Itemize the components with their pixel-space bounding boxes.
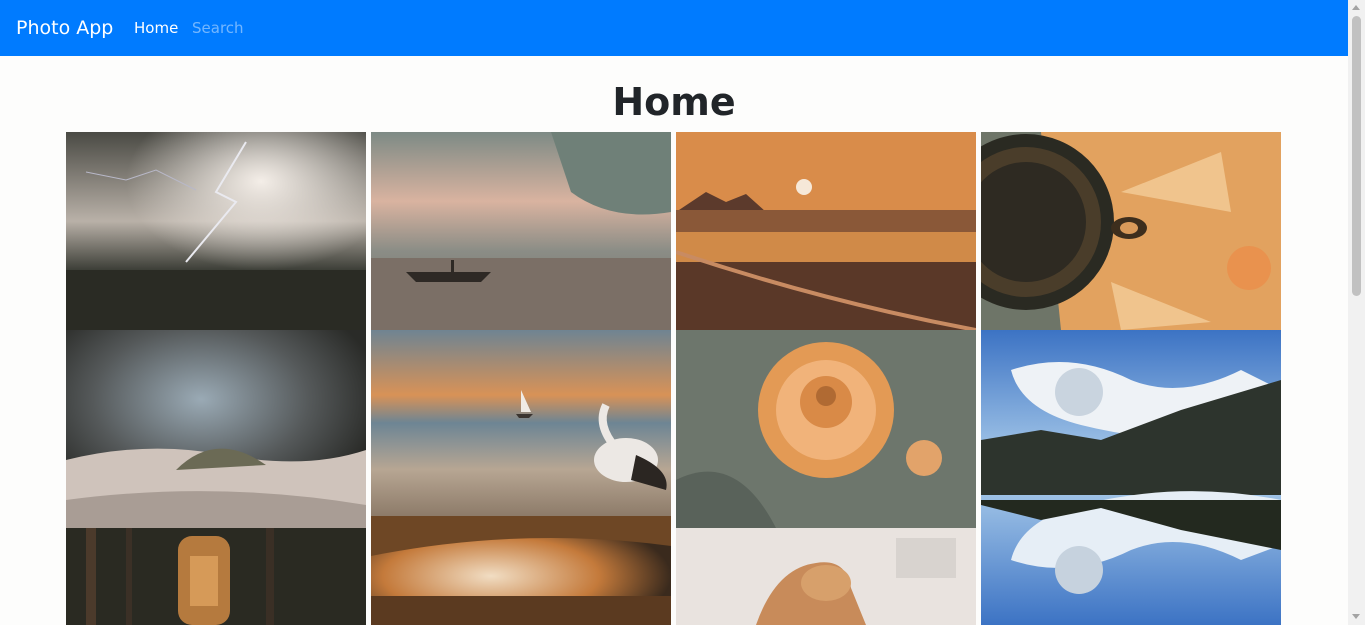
pelican-sailboat-image [371,330,671,516]
photo-squirrel[interactable] [676,528,976,625]
dahlia-flower-image [676,330,976,528]
scroll-up-icon[interactable] [1352,5,1360,10]
brand-link[interactable]: Photo App [16,14,113,42]
photo-boat-sunset[interactable] [371,132,671,330]
squirrel-image [676,528,976,625]
mountain-lake-image [981,330,1281,625]
photo-dahlia-flower[interactable] [676,330,976,528]
photo-beach-dunes[interactable] [66,330,366,528]
beach-dunes-image [66,330,366,528]
orange-field-sunset-image [676,132,976,330]
photo-autumn-tree[interactable] [371,516,671,625]
nav-home-link[interactable]: Home [134,18,178,38]
photo-pelican-sailboat[interactable] [371,330,671,516]
search-input[interactable] [192,16,362,40]
photo-lightning-storm[interactable] [66,132,366,330]
lantern-dark-image [66,528,366,625]
scrollbar-thumb[interactable] [1352,16,1361,296]
photo-sunflower-bee[interactable] [981,132,1281,330]
photo-mountain-lake[interactable] [981,330,1281,625]
autumn-tree-image [371,516,671,625]
sunflower-bee-image [981,132,1281,330]
photo-orange-field-sunset[interactable] [676,132,976,330]
photo-lantern-dark[interactable] [66,528,366,625]
page-title: Home [612,80,736,124]
vertical-scrollbar[interactable] [1348,0,1365,625]
boat-sunset-image [371,132,671,330]
navbar: Photo App Home [0,0,1348,56]
lightning-storm-image [66,132,366,330]
scroll-down-icon[interactable] [1352,614,1360,619]
